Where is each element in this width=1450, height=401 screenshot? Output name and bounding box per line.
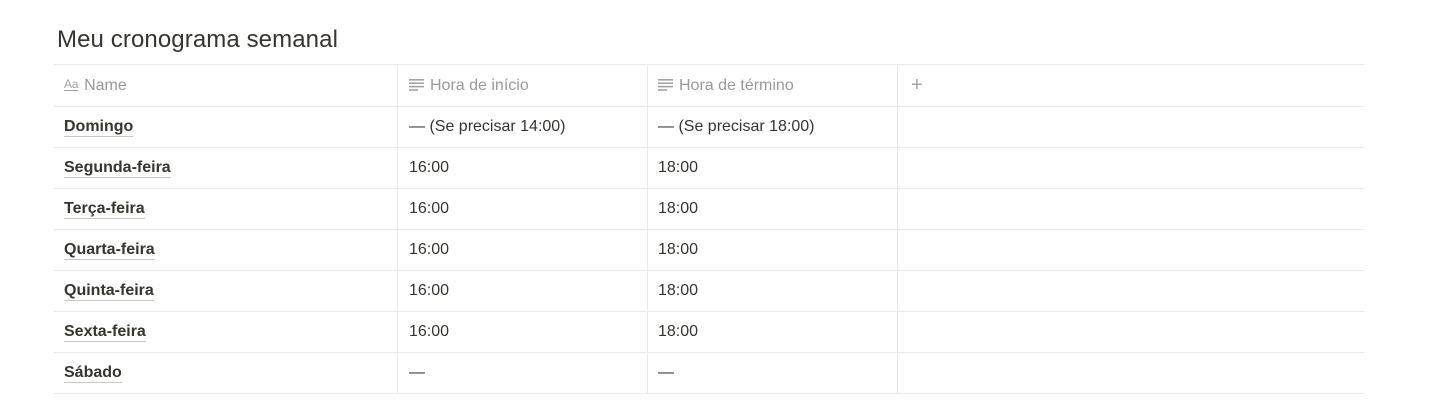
row-name[interactable]: Quarta-feira — [64, 241, 155, 260]
column-header-label: Hora de término — [679, 76, 794, 94]
start-time-cell[interactable]: 16:00 — [398, 189, 648, 229]
end-time-cell[interactable]: — (Se precisar 18:00) — [648, 107, 898, 147]
table-header-row: Aa Name Hora de início Hora de término + — [54, 65, 1364, 107]
start-time-cell[interactable]: 16:00 — [398, 271, 648, 311]
end-time-cell[interactable]: 18:00 — [648, 189, 898, 229]
database-table: Aa Name Hora de início Hora de término +… — [54, 64, 1364, 394]
end-time-value: — — [658, 364, 674, 381]
table-row[interactable]: Sábado — — — [54, 353, 1364, 394]
start-time-cell[interactable]: 16:00 — [398, 312, 648, 352]
table-row[interactable]: Domingo — (Se precisar 14:00) — (Se prec… — [54, 107, 1364, 148]
row-name[interactable]: Sábado — [64, 364, 122, 383]
start-time-value: 16:00 — [409, 323, 450, 340]
table-row[interactable]: Quarta-feira 16:00 18:00 — [54, 230, 1364, 271]
start-time-cell[interactable]: 16:00 — [398, 148, 648, 188]
column-header-label: Hora de início — [430, 76, 529, 94]
text-lines-icon — [658, 78, 673, 91]
end-time-value: 18:00 — [658, 323, 699, 340]
row-name[interactable]: Segunda-feira — [64, 159, 171, 178]
column-header-start-time[interactable]: Hora de início — [398, 65, 648, 106]
plus-icon: + — [911, 74, 923, 96]
text-lines-icon — [409, 78, 424, 91]
table-row[interactable]: Quinta-feira 16:00 18:00 — [54, 271, 1364, 312]
start-time-cell[interactable]: 16:00 — [398, 230, 648, 270]
name-cell[interactable]: Sexta-feira — [54, 312, 398, 352]
name-cell[interactable]: Segunda-feira — [54, 148, 398, 188]
start-time-cell[interactable]: — — [398, 353, 648, 393]
start-time-value: — (Se precisar 14:00) — [409, 118, 566, 135]
column-header-name[interactable]: Aa Name — [54, 65, 398, 106]
page-title[interactable]: Meu cronograma semanal — [57, 24, 338, 56]
start-time-value: 16:00 — [409, 200, 450, 217]
table-row[interactable]: Segunda-feira 16:00 18:00 — [54, 148, 1364, 189]
end-time-value: 18:00 — [658, 159, 699, 176]
end-time-cell[interactable]: 18:00 — [648, 148, 898, 188]
row-name[interactable]: Sexta-feira — [64, 323, 146, 342]
name-cell[interactable]: Sábado — [54, 353, 398, 393]
empty-cell — [898, 353, 1364, 393]
end-time-cell[interactable]: 18:00 — [648, 230, 898, 270]
name-cell[interactable]: Quinta-feira — [54, 271, 398, 311]
row-name[interactable]: Terça-feira — [64, 200, 145, 219]
empty-cell — [898, 148, 1364, 188]
end-time-value: — (Se precisar 18:00) — [658, 118, 815, 135]
end-time-value: 18:00 — [658, 241, 699, 258]
column-header-label: Name — [84, 76, 127, 94]
column-header-end-time[interactable]: Hora de término — [648, 65, 898, 106]
start-time-value: 16:00 — [409, 241, 450, 258]
start-time-cell[interactable]: — (Se precisar 14:00) — [398, 107, 648, 147]
start-time-value: 16:00 — [409, 282, 450, 299]
row-name[interactable]: Quinta-feira — [64, 282, 154, 301]
title-aa-icon: Aa — [64, 76, 79, 91]
name-cell[interactable]: Quarta-feira — [54, 230, 398, 270]
table-row[interactable]: Terça-feira 16:00 18:00 — [54, 189, 1364, 230]
name-cell[interactable]: Domingo — [54, 107, 398, 147]
table-row[interactable]: Sexta-feira 16:00 18:00 — [54, 312, 1364, 353]
add-column-button[interactable]: + — [898, 65, 1364, 106]
start-time-value: 16:00 — [409, 159, 450, 176]
empty-cell — [898, 189, 1364, 229]
end-time-value: 18:00 — [658, 282, 699, 299]
empty-cell — [898, 107, 1364, 147]
start-time-value: — — [409, 364, 425, 381]
name-cell[interactable]: Terça-feira — [54, 189, 398, 229]
end-time-cell[interactable]: — — [648, 353, 898, 393]
row-name[interactable]: Domingo — [64, 118, 134, 137]
end-time-value: 18:00 — [658, 200, 699, 217]
end-time-cell[interactable]: 18:00 — [648, 271, 898, 311]
end-time-cell[interactable]: 18:00 — [648, 312, 898, 352]
empty-cell — [898, 230, 1364, 270]
empty-cell — [898, 312, 1364, 352]
empty-cell — [898, 271, 1364, 311]
